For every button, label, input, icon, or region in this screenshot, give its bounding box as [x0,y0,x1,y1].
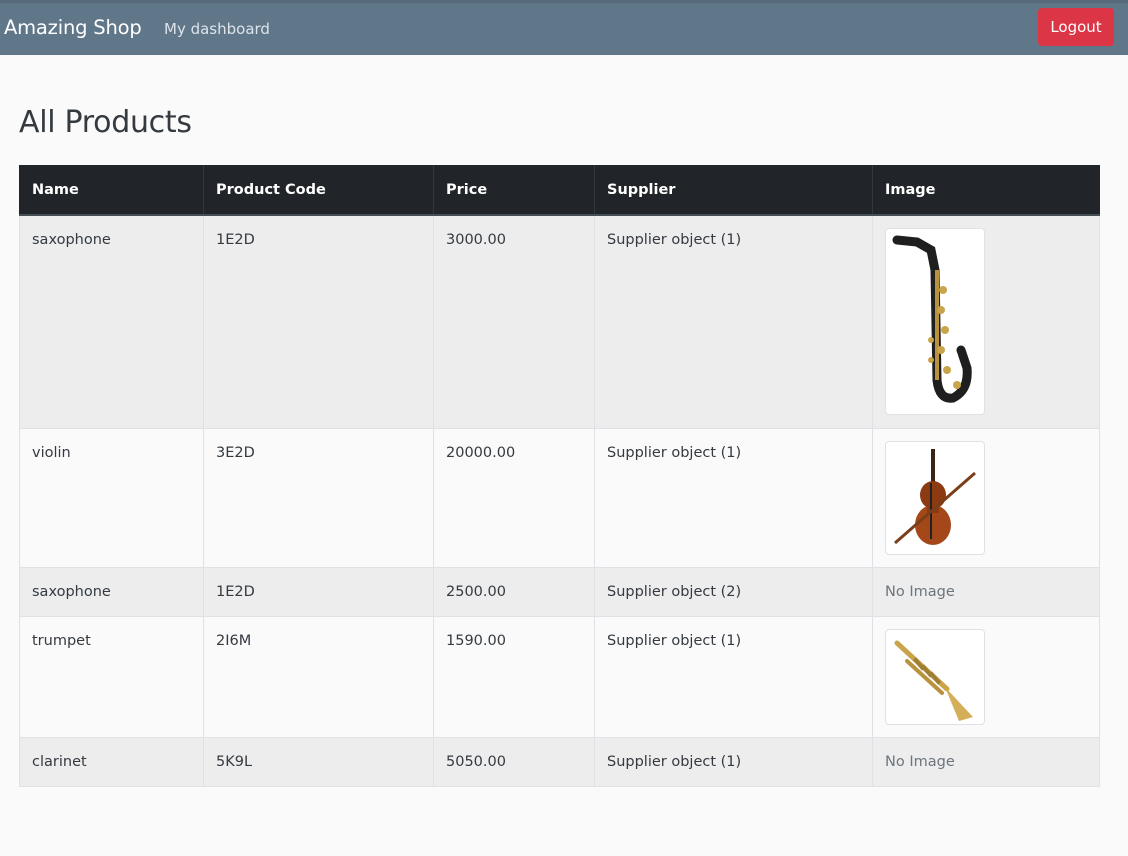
cell-price: 5050.00 [433,736,595,787]
table-row: trumpet 2I6M 1590.00 Supplier object (1) [19,615,1100,738]
cell-product-code: 2I6M [203,615,434,738]
column-header-name: Name [19,165,204,216]
products-table: Name Product Code Price Supplier Image s… [19,165,1100,787]
column-header-product-code: Product Code [203,165,434,216]
saxophone-image [885,228,985,415]
table-row: saxophone 1E2D 2500.00 Supplier object (… [19,566,1100,617]
cell-image [872,427,1100,568]
table-row: violin 3E2D 20000.00 Supplier object (1) [19,427,1100,568]
trumpet-image [885,628,985,725]
cell-price: 3000.00 [433,214,595,429]
column-header-price: Price [433,165,595,216]
top-navbar: Amazing Shop My dashboard Logout [0,0,1128,55]
table-row: saxophone 1E2D 3000.00 Supplier object (… [19,214,1100,429]
cell-no-image: No Image [872,736,1100,787]
column-header-supplier: Supplier [594,165,873,216]
cell-supplier: Supplier object (1) [594,736,873,787]
cell-product-code: 5K9L [203,736,434,787]
cell-no-image: No Image [872,566,1100,617]
page-title: All Products [19,105,192,140]
cell-name: trumpet [19,615,204,738]
cell-price: 20000.00 [433,427,595,568]
cell-name: saxophone [19,214,204,429]
cell-supplier: Supplier object (1) [594,427,873,568]
dashboard-link[interactable]: My dashboard [164,20,270,38]
cell-name: violin [19,427,204,568]
table-row: clarinet 5K9L 5050.00 Supplier object (1… [19,736,1100,787]
cell-name: saxophone [19,566,204,617]
logout-button[interactable]: Logout [1038,8,1114,46]
cell-supplier: Supplier object (2) [594,566,873,617]
cell-price: 2500.00 [433,566,595,617]
cell-product-code: 1E2D [203,566,434,617]
cell-supplier: Supplier object (1) [594,615,873,738]
cell-image [872,214,1100,429]
brand-link[interactable]: Amazing Shop [4,16,142,39]
cell-product-code: 3E2D [203,427,434,568]
cell-supplier: Supplier object (1) [594,214,873,429]
cell-price: 1590.00 [433,615,595,738]
cell-image [872,615,1100,738]
column-header-image: Image [872,165,1100,216]
cell-name: clarinet [19,736,204,787]
table-header: Name Product Code Price Supplier Image [19,165,1100,216]
violin-image [885,440,985,555]
cell-product-code: 1E2D [203,214,434,429]
